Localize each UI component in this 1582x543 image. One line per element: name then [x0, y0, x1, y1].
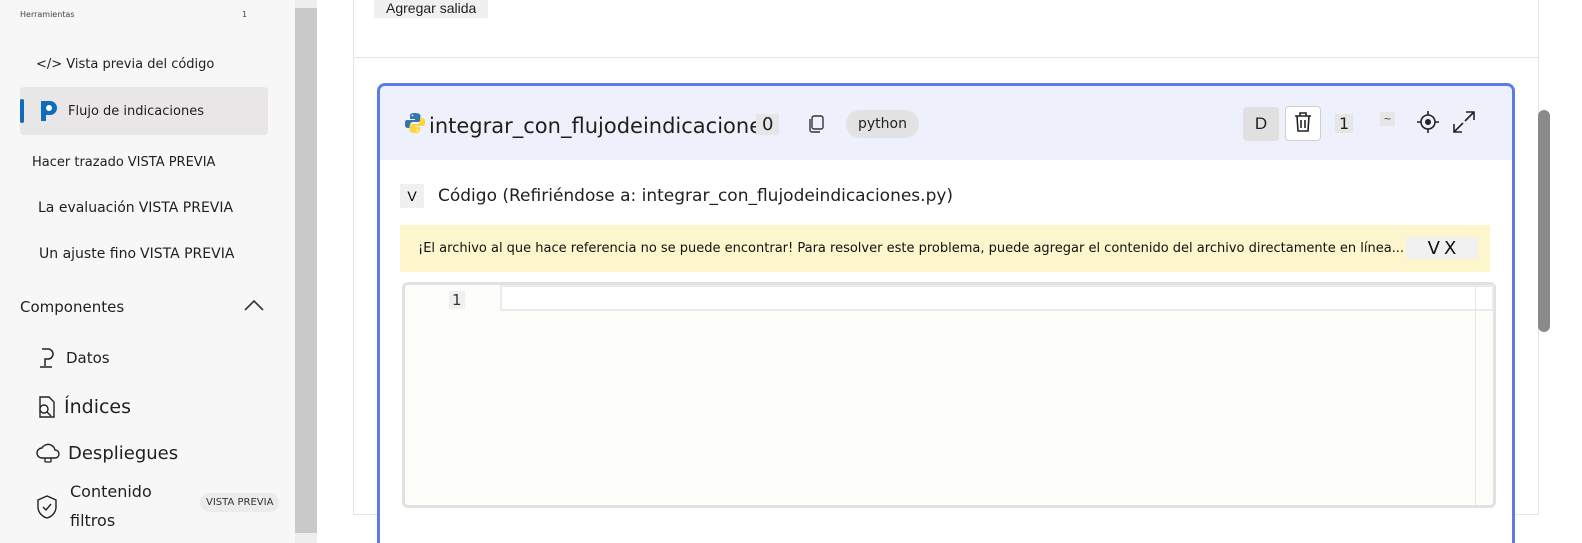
- sidebar-item-label-group: Contenido filtros: [70, 477, 152, 535]
- output-card: Agregar salida: [353, 0, 1539, 58]
- run-count: 1: [1335, 114, 1354, 133]
- missing-file-warning: ¡El archivo al que hace referencia no se…: [400, 225, 1490, 272]
- cell-header: integrar_con_flujodeindicaciones 0 pytho…: [380, 86, 1512, 160]
- warning-close-button[interactable]: X: [1444, 238, 1456, 259]
- sidebar-item-tracing[interactable]: Hacer trazado VISTA PREVIA: [20, 148, 268, 176]
- main-scrollbar-thumb[interactable]: [1538, 110, 1550, 332]
- components-section-header[interactable]: Componentes: [20, 298, 265, 316]
- target-icon[interactable]: [1416, 110, 1440, 134]
- trash-icon: [1292, 112, 1314, 137]
- sidebar-item-code-preview[interactable]: </> Vista previa del código: [20, 50, 268, 78]
- python-icon: [404, 112, 426, 138]
- sidebar-top-label: Herramientas: [20, 10, 75, 19]
- sidebar-scrollbar-thumb[interactable]: [295, 8, 317, 533]
- code-editor[interactable]: 1: [402, 282, 1496, 508]
- sidebar-item-label: Hacer trazado: [32, 154, 124, 170]
- wave-button[interactable]: ~: [1380, 112, 1396, 126]
- section-title: Componentes: [20, 298, 125, 316]
- code-cell: integrar_con_flujodeindicaciones 0 pytho…: [377, 83, 1515, 543]
- sidebar-item-evaluation[interactable]: La evaluación VISTA PREVIA: [20, 194, 268, 222]
- chevron-up-icon[interactable]: [243, 298, 265, 316]
- code-line-input[interactable]: [500, 285, 1494, 311]
- sidebar-item-fine-tuning[interactable]: Un ajuste fino VISTA PREVIA: [20, 240, 268, 268]
- shield-icon: [36, 494, 70, 520]
- prompt-flow-icon: [38, 99, 68, 123]
- collapse-chevron-button[interactable]: V: [400, 184, 424, 208]
- sidebar-item-label: La evaluación: [38, 200, 135, 216]
- index-icon: [35, 395, 64, 419]
- preview-tag: VISTA PREVIA: [127, 154, 216, 170]
- cloud-icon: [35, 442, 68, 464]
- line-number: 1: [449, 291, 465, 309]
- sidebar-item-indexes[interactable]: Índices: [20, 392, 268, 422]
- language-badge: python: [846, 110, 919, 138]
- sidebar-item-label: Despliegues: [68, 442, 179, 464]
- code-label-row: V Código (Refiriéndose a: integrar_con_f…: [400, 184, 953, 208]
- preview-tag: VISTA PREVIA: [140, 246, 235, 262]
- sidebar-item-label: Datos: [66, 349, 110, 367]
- preview-tag: VISTA PREVIA: [138, 200, 234, 216]
- sidebar-item-label: Un ajuste fino: [39, 246, 137, 262]
- sidebar: Herramientas 1 </> Vista previa del códi…: [0, 0, 295, 543]
- expand-icon[interactable]: [1452, 110, 1476, 134]
- cell-count: 0: [756, 114, 780, 135]
- sidebar-item-label: Índices: [64, 396, 132, 418]
- sidebar-item-label: Flujo de indicaciones: [68, 103, 204, 119]
- sidebar-top-count: 1: [242, 10, 248, 19]
- sidebar-item-data[interactable]: Datos: [20, 344, 268, 372]
- warning-text: ¡El archivo al que hace referencia no se…: [418, 241, 1405, 256]
- sidebar-item-deployments[interactable]: Despliegues: [20, 438, 268, 468]
- data-icon: [38, 347, 66, 369]
- warning-expand-button[interactable]: V: [1428, 238, 1440, 259]
- sidebar-item-label: Contenido: [70, 482, 152, 501]
- editor-ruler: [1475, 285, 1476, 505]
- code-reference-label: Código (Refiriéndose a: integrar_con_flu…: [438, 186, 954, 206]
- sidebar-item-label: </> Vista previa del código: [36, 56, 215, 72]
- main-content: Agregar salida integrar_con_flujodeindic…: [317, 0, 1582, 543]
- sidebar-item-label: filtros: [70, 511, 116, 530]
- warning-actions: V X: [1406, 237, 1478, 259]
- sidebar-item-prompt-flow[interactable]: Flujo de indicaciones: [20, 87, 268, 135]
- d-button[interactable]: D: [1243, 107, 1279, 141]
- preview-badge: VISTA PREVIA: [200, 493, 280, 512]
- copy-icon[interactable]: [806, 114, 826, 136]
- delete-button[interactable]: [1285, 106, 1321, 141]
- cell-title: integrar_con_flujodeindicaciones: [429, 114, 774, 138]
- add-output-button[interactable]: Agregar salida: [374, 0, 489, 18]
